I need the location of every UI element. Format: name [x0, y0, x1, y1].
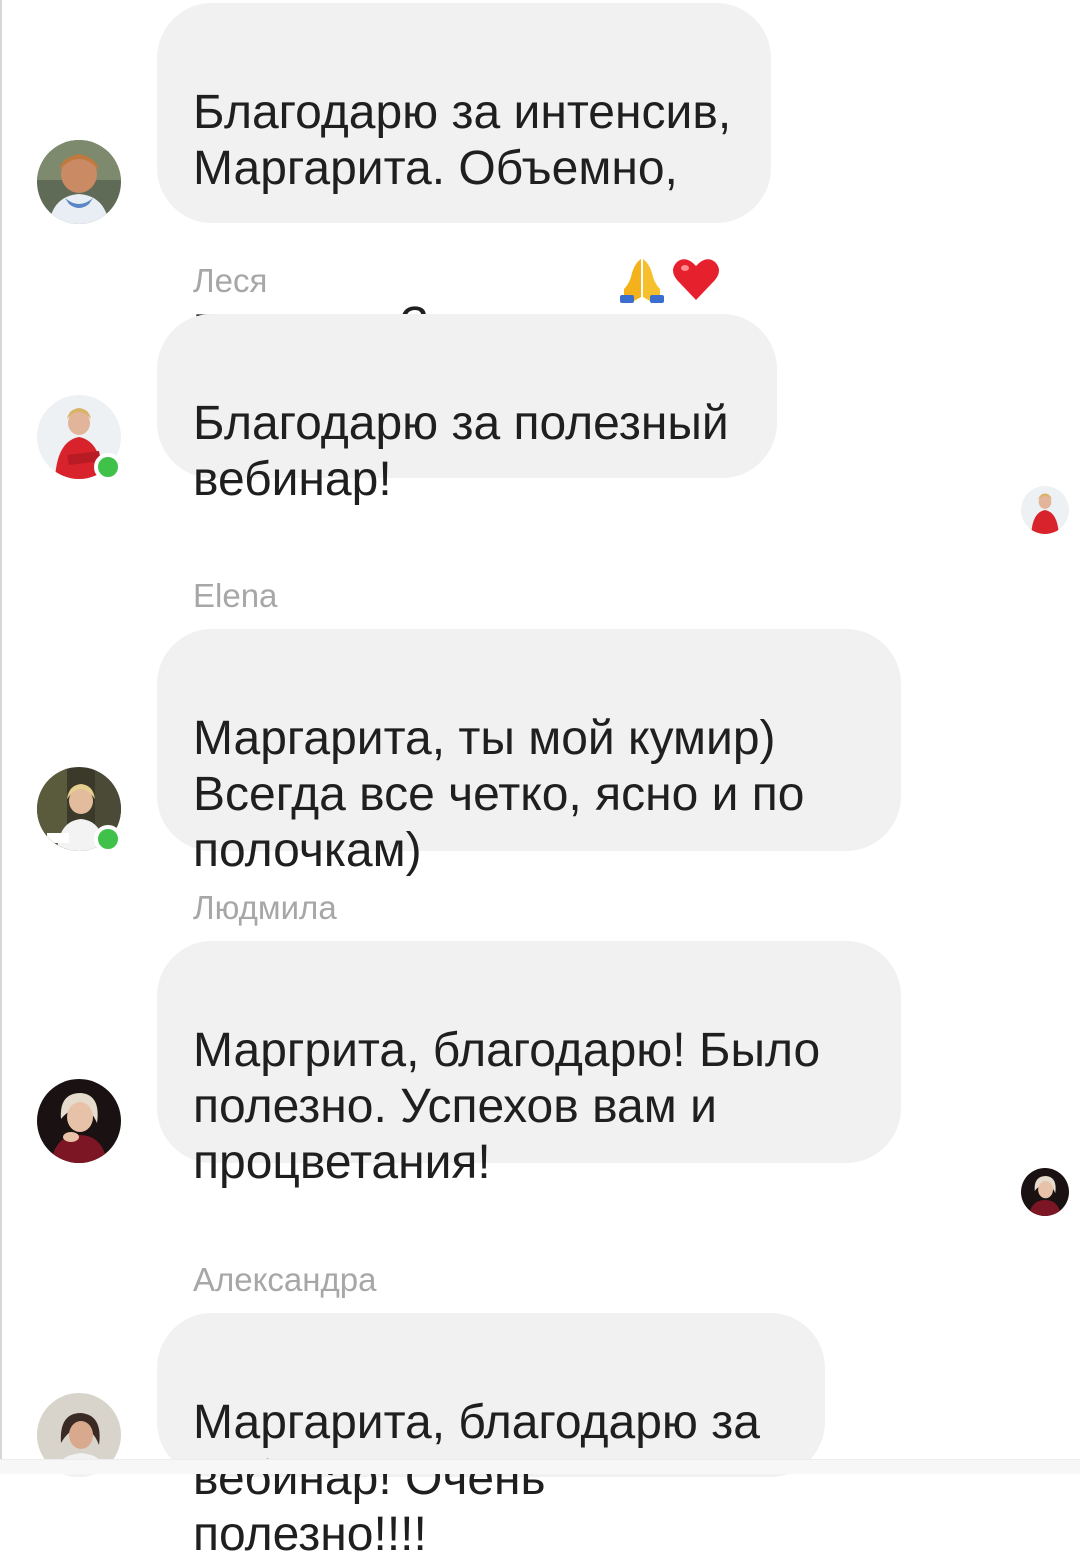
bottom-bar	[0, 1459, 1080, 1474]
message-bubble[interactable]: Маргарита, ты мой кумир) Всегда все четк…	[157, 629, 901, 877]
read-receipt-avatar	[1021, 486, 1069, 534]
message-bubble[interactable]: Маргарита, благодарю за вебинар! Очень п…	[157, 1313, 825, 1561]
message-bubble[interactable]: Благодарю за интенсив, Маргарита. Объемн…	[157, 3, 771, 351]
avatar-photo-icon	[1021, 486, 1069, 534]
avatar-sender-1[interactable]	[37, 140, 121, 224]
folded-hands-icon	[616, 197, 668, 303]
sender-name: Леся	[193, 262, 268, 299]
message-text: Маргарита, благодарю за вебинар! Очень п…	[193, 1396, 760, 1561]
screen-left-edge	[0, 0, 2, 1473]
avatar-photo-icon	[37, 1079, 121, 1163]
message-bubble[interactable]: Маргрита, благодарю! Было полезно. Успех…	[157, 941, 901, 1189]
sender-name: Людмила	[193, 889, 337, 926]
message-bubble[interactable]: Благодарю за полезный вебинар!	[157, 314, 777, 506]
avatar-sender-4[interactable]	[37, 1079, 121, 1163]
message-text: Маргарита, ты мой кумир) Всегда все четк…	[193, 712, 805, 877]
sender-name: Elena	[193, 577, 278, 614]
sender-name: Александра	[193, 1261, 377, 1298]
message-text: Благодарю за полезный вебинар!	[193, 397, 729, 506]
avatar-photo-icon	[1021, 1168, 1069, 1216]
online-status-dot	[94, 453, 122, 481]
message-text: Маргрита, благодарю! Было полезно. Успех…	[193, 1024, 821, 1189]
red-heart-icon	[670, 197, 722, 300]
read-receipt-avatar	[1021, 1168, 1069, 1216]
online-status-dot	[94, 825, 122, 853]
avatar-photo-icon	[37, 140, 121, 224]
